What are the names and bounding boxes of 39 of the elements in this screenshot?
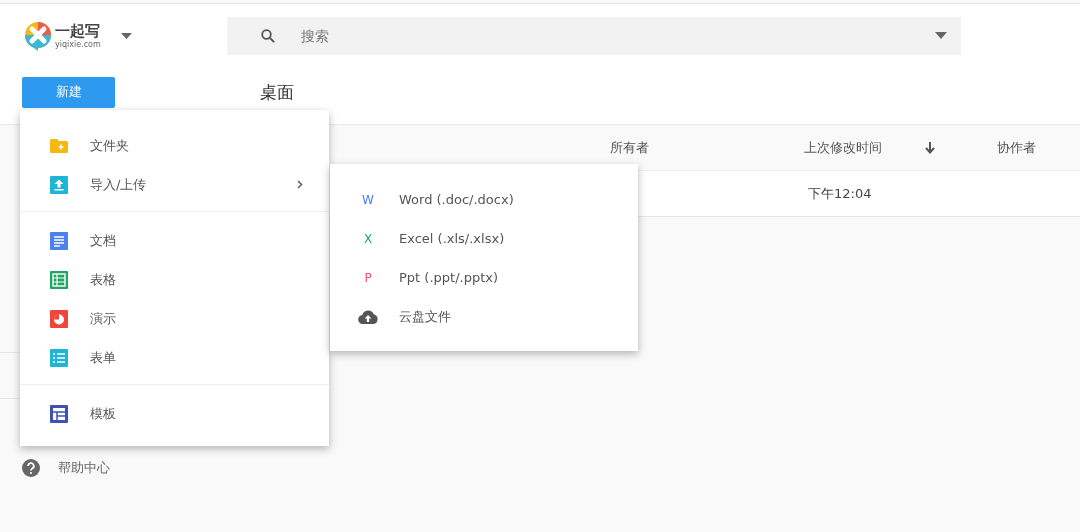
menu-item[interactable]: X Excel (.xls/.xlsx)	[330, 219, 638, 258]
search-bar[interactable]: 搜索	[226, 17, 961, 55]
file-type-letter: X	[363, 231, 373, 246]
presentation-icon	[50, 309, 68, 328]
menu-item[interactable]: 演示	[20, 299, 329, 338]
template-icon	[50, 404, 68, 423]
column-header[interactable]: 所有者	[610, 138, 649, 157]
spreadsheet-icon	[50, 270, 68, 289]
document-icon	[50, 231, 68, 250]
menu-item[interactable]: 导入/上传	[20, 165, 329, 204]
search-icon	[260, 29, 275, 43]
caret-icon[interactable]	[120, 33, 132, 39]
menu-item[interactable]: 模板	[20, 394, 329, 433]
cloud-upload-icon	[358, 309, 378, 324]
breadcrumb: 桌面	[260, 80, 294, 104]
arrow-down-icon[interactable]	[925, 141, 935, 154]
menu-item[interactable]: 表格	[20, 260, 329, 299]
menu-item[interactable]: W Word (.doc/.docx)	[330, 180, 638, 219]
chevron-right-icon	[297, 180, 303, 189]
menu-item[interactable]: 文件夹	[20, 126, 329, 165]
menu-item[interactable]: 云盘文件	[330, 297, 638, 336]
logo-icon	[24, 21, 52, 51]
logo-name: 一起写	[55, 23, 101, 39]
file-type-letter: W	[362, 192, 374, 207]
file-type-letter: P	[364, 270, 372, 285]
menu-item[interactable]: 表单	[20, 338, 329, 377]
menu-item[interactable]: 文档	[20, 221, 329, 260]
help-icon	[22, 459, 40, 477]
table-cell-text: 下午12:04	[807, 184, 873, 203]
column-header[interactable]: 上次修改时间	[804, 138, 925, 157]
list-icon	[50, 348, 68, 367]
help-center-link[interactable]: 帮助中心	[58, 459, 110, 477]
caret-icon[interactable]	[934, 32, 947, 39]
column-header[interactable]: 协作者	[997, 138, 1036, 157]
upload-icon	[50, 175, 68, 194]
folder-add-icon	[50, 138, 68, 153]
logo-url: yiqixie.com	[55, 40, 101, 49]
search-field[interactable]: 搜索	[298, 27, 903, 45]
menu-item[interactable]: P Ppt (.ppt/.pptx)	[330, 258, 638, 297]
